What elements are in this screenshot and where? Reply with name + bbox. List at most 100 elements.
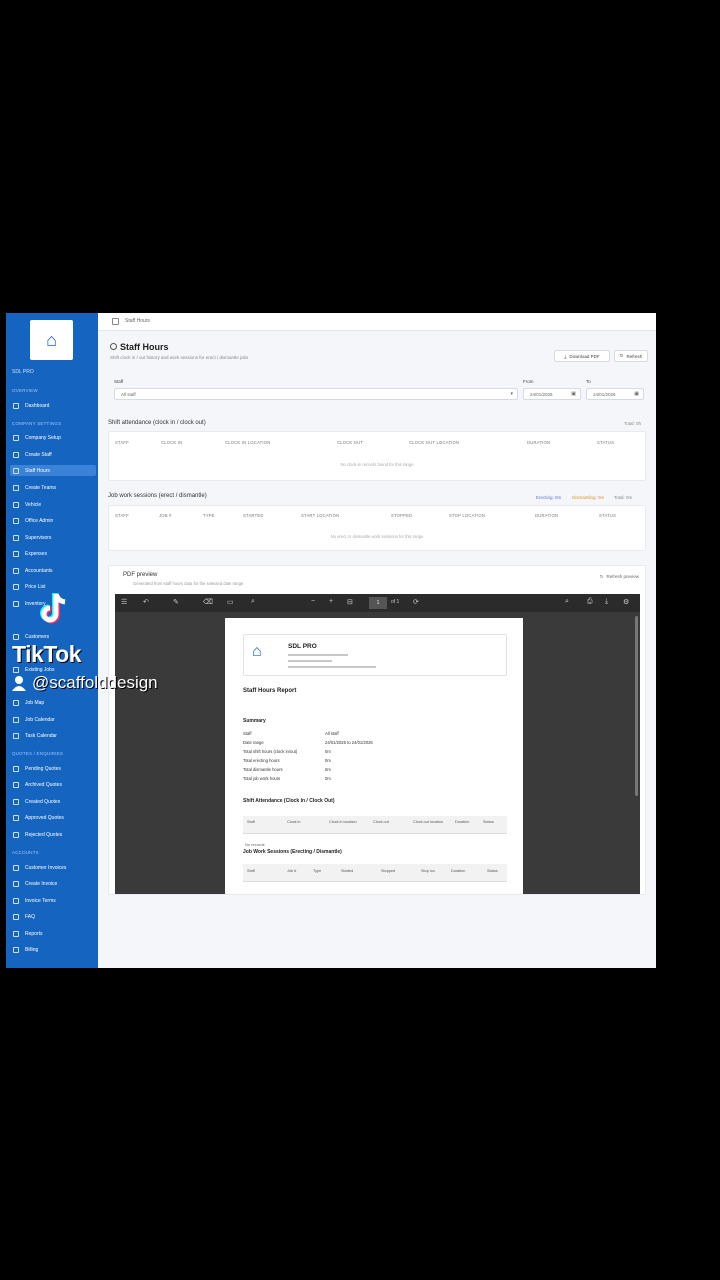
sidebar-item-expenses[interactable]: Expenses <box>10 548 96 559</box>
sidebar-item-create-invoice[interactable]: Create Invoice <box>10 878 96 889</box>
erecting-legend: Erecting: 0m <box>536 495 562 500</box>
column-header: STOP LOCATION <box>449 513 486 518</box>
sidebar-item-customer-invoices[interactable]: Customer Invoices <box>10 862 96 873</box>
chart-icon <box>13 930 19 937</box>
sidebar-item-archived-quotes[interactable]: Archived Quotes <box>10 779 96 790</box>
sidebar-item-staff-hours[interactable]: Staff Hours <box>10 465 96 476</box>
sidebar-item-office-admin[interactable]: Office Admin <box>10 515 96 526</box>
menu-icon[interactable]: ☰ <box>121 598 127 606</box>
sidebar-item-company-setup[interactable]: Company Setup <box>10 432 96 443</box>
sidebar-item-create-staff[interactable]: Create Staff <box>10 449 96 460</box>
sidebar-toggle-icon[interactable] <box>112 318 119 325</box>
summary-label: Total dismantle hours <box>243 767 283 772</box>
sidebar-item-job-calendar[interactable]: Job Calendar <box>10 714 96 725</box>
column-header: CLOCK OUT LOCATION <box>409 440 460 445</box>
users-icon <box>13 633 19 640</box>
sidebar-item-create-teams[interactable]: Create Teams <box>10 482 96 493</box>
summary-value: 24/01/2026 to 24/01/2026 <box>325 740 373 745</box>
attendance-table: STAFF CLOCK IN CLOCK IN LOCATION CLOCK O… <box>108 431 646 481</box>
search-icon[interactable]: ⌕ <box>251 598 255 606</box>
refresh-preview-button[interactable]: ↻ Refresh preview <box>600 574 639 580</box>
column-header: STAFF <box>115 513 129 518</box>
sessions-heading: Job Work Sessions (Erecting / Dismantle) <box>243 849 342 855</box>
sessions-header-row: Staff Job # Type Started Stopped Stop lo… <box>243 864 507 882</box>
staff-filter-label: Staff <box>114 379 124 384</box>
clock-icon <box>110 343 117 350</box>
sidebar-item-supervisors[interactable]: Supervisors <box>10 532 96 543</box>
sidebar-item-invoice-terms[interactable]: Invoice Terms <box>10 895 96 906</box>
refresh-button[interactable]: ↻ Refresh <box>614 350 648 362</box>
tag-icon <box>13 583 19 590</box>
draw-icon[interactable]: ✎ <box>173 598 179 606</box>
from-date-input[interactable]: 24/01/2026 ▣ <box>523 388 581 400</box>
sidebar-item-created-quotes[interactable]: Created Quotes <box>10 796 96 807</box>
sessions-table: STAFF JOB # TYPE STARTED START LOCATION … <box>108 505 646 551</box>
download-pdf-button[interactable]: ⤓ Download PDF <box>554 350 610 362</box>
top-bar: Staff Hours <box>98 313 656 331</box>
to-date-input[interactable]: 24/01/2026 ▣ <box>586 388 644 400</box>
user-plus-icon <box>13 451 19 458</box>
zoom-in-icon[interactable]: + <box>329 598 333 605</box>
users-icon <box>13 484 19 491</box>
sidebar-item-faq[interactable]: FAQ <box>10 911 96 922</box>
sidebar-item-rejected-quotes[interactable]: Rejected Quotes <box>10 829 96 840</box>
dashboard-icon <box>13 402 19 409</box>
attendance-empty: No clock-in records found for this range <box>340 462 414 467</box>
page-count: of 1 <box>391 599 400 605</box>
column-header: STATUS <box>599 513 617 518</box>
summary-label: Total shift hours (clock in/out) <box>243 749 298 754</box>
refresh-icon: ↻ <box>619 353 624 358</box>
pdf-page: ⌂ SDL PRO Staff Hours Report Summary Sta… <box>225 618 523 894</box>
column-header: CLOCK IN LOCATION <box>225 440 271 445</box>
sidebar-item-accountants[interactable]: Accountants <box>10 565 96 576</box>
sidebar-item-approved-quotes[interactable]: Approved Quotes <box>10 812 96 823</box>
summary-value: 0m <box>325 758 331 763</box>
attendance-heading: Shift Attendance (Clock In / Clock Out) <box>243 798 335 804</box>
highlight-icon[interactable]: ▭ <box>227 598 234 606</box>
sidebar-item-vehicle[interactable]: Vehicle <box>10 499 96 510</box>
column-header: Clock out location <box>413 820 443 824</box>
sidebar-item-dashboard[interactable]: Dashboard <box>10 400 96 411</box>
column-header: Started <box>341 869 354 873</box>
summary-label: Date range <box>243 740 264 745</box>
page-number-input[interactable]: 1 <box>369 597 387 609</box>
section-accounts: ACCOUNTS <box>12 850 39 855</box>
breadcrumb: Staff Hours <box>125 318 150 324</box>
check-icon <box>13 814 19 821</box>
refresh-icon: ↻ <box>599 574 604 579</box>
summary-label: Total erecting hours <box>243 758 280 763</box>
sidebar-item-job-map[interactable]: Job Map <box>10 697 96 708</box>
download-icon[interactable]: ⤓ <box>605 598 608 606</box>
print-icon[interactable]: ⎙ <box>587 598 593 606</box>
gear-icon[interactable]: ⚙ <box>623 598 629 606</box>
column-header: Staff <box>247 869 255 873</box>
pdf-viewer: ☰ ↶ ✎ ⌫ ▭ ⌕ − + ⊟ 1 of 1 ⟳ ⌕ ⎙ ⤓ ⚙ ⌂ SDL… <box>115 594 640 894</box>
search-icon[interactable]: ⌕ <box>565 598 569 606</box>
column-header: Job # <box>287 869 297 873</box>
sessions-total: Total: 0m <box>614 495 633 500</box>
company-logo[interactable]: ⌂ <box>30 320 73 360</box>
rotate-icon[interactable]: ⟳ <box>413 598 419 606</box>
sidebar-item-reports[interactable]: Reports <box>10 928 96 939</box>
summary-value: 0m <box>325 767 331 772</box>
undo-icon[interactable]: ↶ <box>143 598 149 606</box>
sessions-empty: No erect or dismantle work sessions for … <box>330 534 424 539</box>
zoom-out-icon[interactable]: − <box>311 598 315 605</box>
file-icon <box>13 765 19 772</box>
erase-icon[interactable]: ⌫ <box>203 598 213 606</box>
receipt-icon <box>13 550 19 557</box>
summary-label: Total job work hours <box>243 776 281 781</box>
no-records: No records <box>245 842 265 847</box>
column-header: STOPPED <box>391 513 413 518</box>
x-icon <box>13 831 19 838</box>
address-line <box>288 660 332 662</box>
sidebar-item-pending-quotes[interactable]: Pending Quotes <box>10 763 96 774</box>
sidebar-item-task-calendar[interactable]: Task Calendar <box>10 730 96 741</box>
archive-icon <box>13 781 19 788</box>
fit-page-icon[interactable]: ⊟ <box>347 598 353 606</box>
scrollbar[interactable] <box>635 616 638 796</box>
sidebar-item-billing[interactable]: Billing <box>10 944 96 955</box>
staff-select[interactable]: All staff ▾ <box>114 388 518 400</box>
pdf-preview-card: PDF preview Generated from staff hours d… <box>108 565 646 895</box>
attendance-title: Shift attendance (clock in / clock out) <box>108 420 206 426</box>
